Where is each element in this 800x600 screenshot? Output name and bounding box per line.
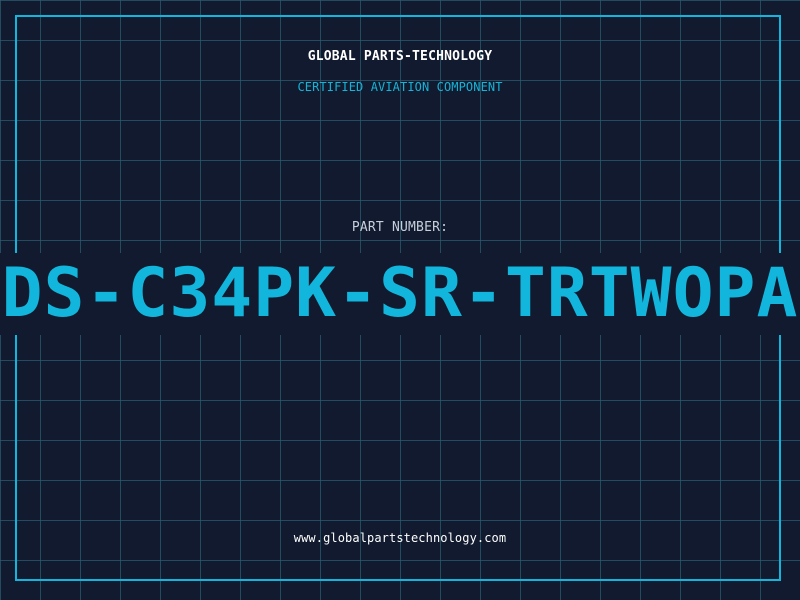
website-url: www.globalpartstechnology.com — [293, 531, 507, 545]
certification-label: CERTIFIED AVIATION COMPONENT — [297, 80, 503, 94]
part-number-label: PART NUMBER: — [351, 220, 449, 235]
part-number-band: DS-C34PK-SR-TRTWOPA — [0, 253, 800, 335]
part-label-card: GLOBAL PARTS-TECHNOLOGY CERTIFIED AVIATI… — [0, 0, 800, 600]
part-number-value: DS-C34PK-SR-TRTWOPA — [1, 254, 799, 333]
company-name: GLOBAL PARTS-TECHNOLOGY — [307, 49, 493, 64]
